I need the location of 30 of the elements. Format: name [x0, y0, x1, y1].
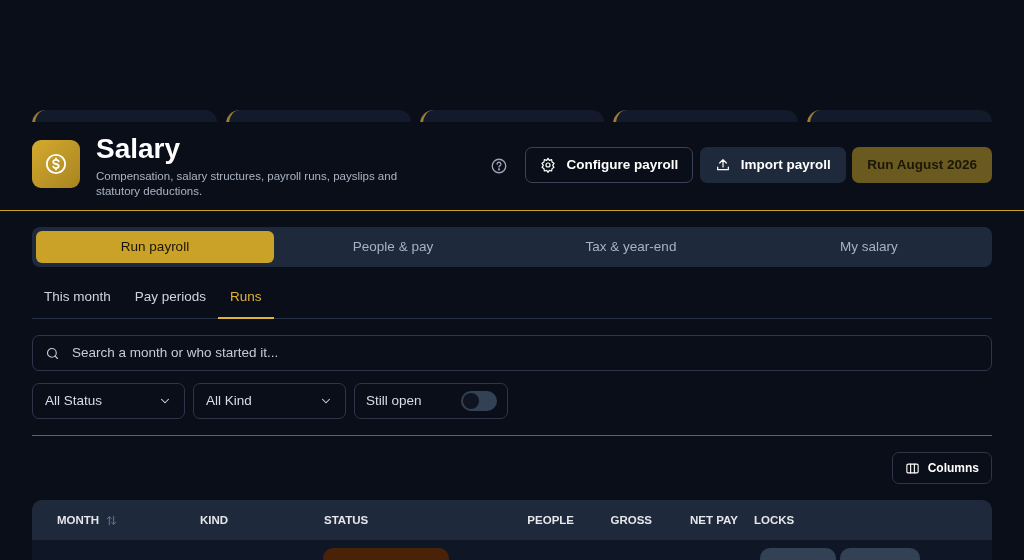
column-header[interactable]: LOCKS	[754, 511, 795, 529]
configure-button[interactable]: Configure payroll	[525, 147, 694, 183]
tab[interactable]: My salary	[750, 231, 988, 263]
column-header[interactable]: MONTH	[57, 511, 100, 529]
tab[interactable]: Run payroll	[36, 231, 274, 263]
toggle-label: Still open	[366, 392, 422, 411]
column-header[interactable]: PEOPLE	[527, 511, 574, 529]
subtab[interactable]: Pay periods	[122, 287, 219, 320]
toggle-switch[interactable]	[461, 391, 497, 412]
column-header[interactable]: STATUS	[324, 511, 369, 529]
search-box[interactable]: Search a month or who started it...	[32, 335, 992, 372]
column-header[interactable]: GROSS	[610, 511, 652, 529]
filter-dropdown[interactable]: All Status	[32, 383, 185, 420]
column-header[interactable]: NET PAY	[690, 511, 738, 529]
search-field[interactable]: Search a month or who started it...	[70, 342, 979, 365]
import-button[interactable]: Import payroll	[699, 147, 846, 183]
tab[interactable]: Tax & year-end	[512, 231, 750, 263]
upload-icon	[714, 157, 731, 173]
page-title: Salary	[96, 134, 182, 165]
settings-icon	[540, 157, 557, 173]
columns-icon	[904, 460, 920, 476]
subtab[interactable]: Runs	[218, 287, 274, 320]
filter-dropdown[interactable]: All Kind	[193, 383, 346, 420]
column-header[interactable]: KIND	[200, 511, 229, 529]
subtab[interactable]: This month	[32, 287, 123, 320]
page-subtitle: Compensation, salary structures, payroll runs, payslips and statutory deductions.	[96, 168, 399, 200]
tab[interactable]: People & pay	[274, 231, 512, 263]
search-icon	[45, 345, 60, 361]
app-logo-icon	[32, 140, 80, 188]
columns-button[interactable]: Columns	[891, 452, 992, 485]
